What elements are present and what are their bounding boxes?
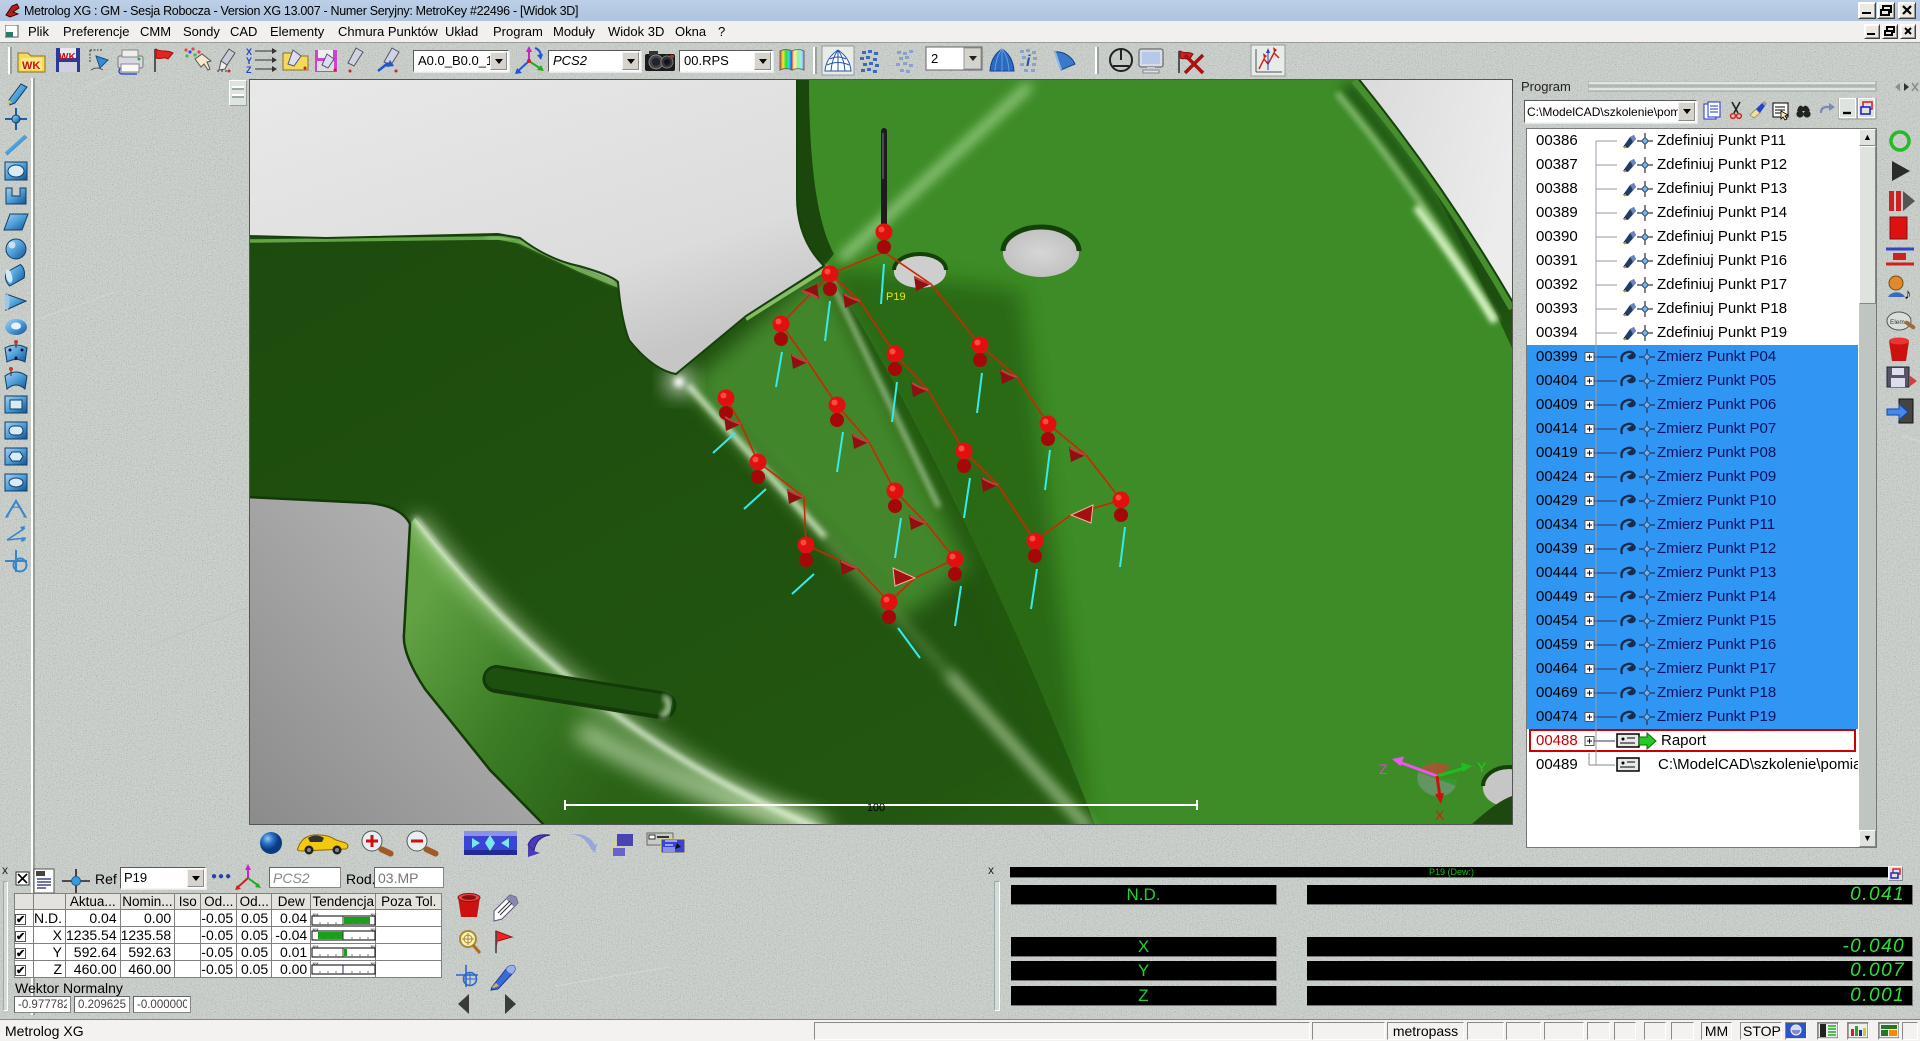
svg-text:X: X [1435,807,1445,823]
svg-text:i: i [1026,53,1031,70]
svg-text:Y: Y [1477,759,1487,775]
svg-text:Z: Z [1379,761,1388,777]
svg-text:Z: Z [246,65,252,75]
svg-text:P19: P19 [886,291,906,303]
svg-text:WK: WK [59,52,76,63]
svg-text:Elem: Elem [1890,319,1905,326]
svg-text:WK: WK [22,60,40,72]
svg-text:♪: ♪ [1904,286,1912,303]
svg-text:100: 100 [867,802,885,814]
svg-text:2: 2 [931,51,938,66]
